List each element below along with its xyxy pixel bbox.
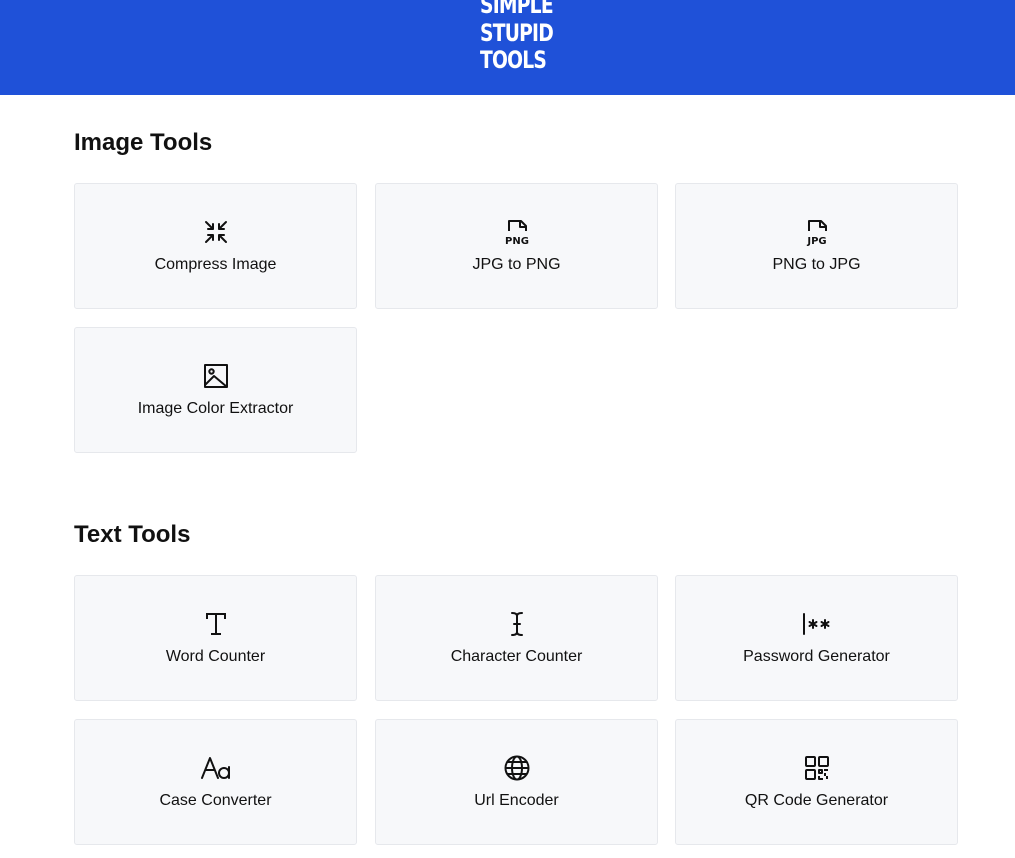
logo-line-1: SIMPLE bbox=[480, 0, 554, 19]
tool-label: PNG to JPG bbox=[772, 256, 861, 273]
jpg-file-icon: JPG bbox=[803, 218, 831, 246]
svg-text:JPG: JPG bbox=[806, 236, 826, 246]
section-title-text-tools: Text Tools bbox=[74, 521, 191, 548]
tool-card-word-counter[interactable]: Word Counter bbox=[74, 575, 357, 701]
tool-label: Case Converter bbox=[159, 792, 272, 809]
tool-label: Password Generator bbox=[743, 648, 890, 665]
logo-line-3: TOOLS bbox=[480, 46, 547, 74]
qr-code-icon bbox=[803, 754, 831, 782]
image-icon bbox=[202, 362, 230, 390]
tool-card-jpg-to-png[interactable]: PNG JPG to PNG bbox=[375, 183, 658, 309]
tool-label: QR Code Generator bbox=[744, 792, 889, 809]
tool-label: Url Encoder bbox=[474, 792, 559, 809]
globe-icon bbox=[503, 754, 531, 782]
password-asterisks-icon bbox=[801, 610, 833, 638]
compress-arrows-icon bbox=[202, 218, 230, 246]
tool-label: Image Color Extractor bbox=[137, 400, 294, 417]
case-aa-icon bbox=[200, 754, 232, 782]
png-file-icon: PNG bbox=[503, 218, 531, 246]
tool-card-compress-image[interactable]: Compress Image bbox=[74, 183, 357, 309]
tool-card-qr-code-generator[interactable]: QR Code Generator bbox=[675, 719, 958, 845]
tool-label: Word Counter bbox=[165, 648, 266, 665]
tool-label: JPG to PNG bbox=[472, 256, 561, 273]
svg-text:PNG: PNG bbox=[505, 236, 529, 246]
text-t-icon bbox=[202, 610, 230, 638]
site-logo[interactable]: SIMPLE STUPID TOOLS bbox=[480, 0, 554, 75]
tool-card-character-counter[interactable]: Character Counter bbox=[375, 575, 658, 701]
tool-label: Compress Image bbox=[154, 256, 277, 273]
tool-label: Character Counter bbox=[450, 648, 583, 665]
tool-card-case-converter[interactable]: Case Converter bbox=[74, 719, 357, 845]
tool-card-image-color-extractor[interactable]: Image Color Extractor bbox=[74, 327, 357, 453]
site-header: SIMPLE STUPID TOOLS bbox=[0, 0, 1015, 95]
text-cursor-icon bbox=[503, 610, 531, 638]
section-title-image-tools: Image Tools bbox=[74, 129, 213, 156]
tool-card-url-encoder[interactable]: Url Encoder bbox=[375, 719, 658, 845]
tool-card-png-to-jpg[interactable]: JPG PNG to JPG bbox=[675, 183, 958, 309]
tool-card-password-generator[interactable]: Password Generator bbox=[675, 575, 958, 701]
logo-line-2: STUPID bbox=[480, 18, 554, 47]
